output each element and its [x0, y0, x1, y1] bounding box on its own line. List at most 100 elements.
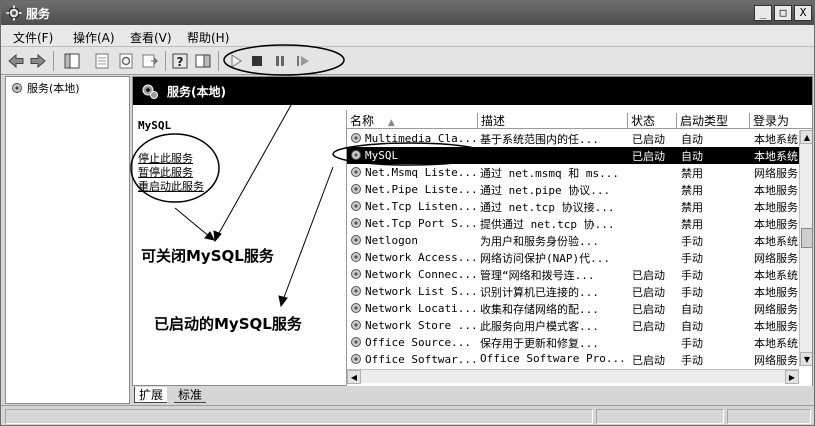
service-name: Network Connec...	[365, 267, 475, 281]
service-logon-as: 本地系统	[754, 235, 798, 248]
service-name: MySQL	[365, 148, 399, 162]
gear-icon	[351, 133, 361, 143]
restart-icon[interactable]	[294, 52, 312, 70]
service-name-cell: Network Access...	[349, 250, 475, 264]
horizontal-scrollbar[interactable]: ◀ ▶	[347, 369, 799, 384]
scroll-thumb[interactable]	[801, 228, 812, 248]
pause-icon[interactable]	[271, 52, 289, 70]
table-row[interactable]: Network List S... 识别计算机已连接的... 已启动 手动 本地服务	[347, 283, 799, 300]
minimize-button[interactable]: _	[754, 5, 772, 21]
service-description: 收集和存储网络的配...	[480, 303, 599, 316]
service-status: 已启动	[632, 303, 665, 316]
menu-file[interactable]: 文件(F)	[13, 29, 53, 46]
table-row[interactable]: Net.Pipe Liste... 通过 net.pipe 协议... 禁用 本地服务	[347, 181, 799, 198]
service-name-cell: Netlogon	[349, 233, 475, 247]
status-panel	[5, 409, 593, 424]
service-logon-as: 网络服务	[754, 354, 798, 367]
gear-icon	[351, 201, 361, 211]
refresh-icon[interactable]	[117, 52, 135, 70]
help-icon[interactable]: ?	[171, 52, 189, 70]
column-header-label: 描述	[481, 114, 506, 128]
column-header-logon-as[interactable]: 登录为	[750, 113, 812, 129]
restart-service-link[interactable]: 重启动此服务	[138, 178, 204, 194]
service-status: 已启动	[632, 269, 665, 282]
service-description: 通过 net.msmq 和 ms...	[480, 167, 619, 180]
properties-icon[interactable]	[93, 52, 111, 70]
service-name: Network Access...	[365, 250, 475, 264]
service-description: 提供通过 net.tcp 协...	[480, 218, 615, 231]
gear-icon	[142, 84, 158, 99]
play-icon[interactable]	[227, 52, 245, 70]
service-startup-type: 手动	[681, 354, 703, 367]
menu-action[interactable]: 操作(A)	[73, 29, 115, 46]
service-startup-type: 手动	[681, 269, 703, 282]
table-row[interactable]: Net.Msmq Liste... 通过 net.msmq 和 ms... 禁用 网络…	[347, 164, 799, 181]
gear-icon	[351, 167, 361, 177]
service-startup-type: 禁用	[681, 167, 703, 180]
scroll-right-icon[interactable]: ▶	[785, 370, 799, 384]
table-row[interactable]: Netlogon 为用户和服务身份验... 手动 本地系统	[347, 232, 799, 249]
table-row[interactable]: Net.Tcp Listen... 通过 net.tcp 协议接... 禁用 本地服务	[347, 198, 799, 215]
service-startup-type: 自动	[681, 303, 703, 316]
scroll-left-icon[interactable]: ◀	[347, 370, 361, 384]
service-description: 通过 net.pipe 协议...	[480, 184, 611, 197]
toolbar-separator	[165, 51, 166, 71]
column-header-label: 启动类型	[680, 114, 729, 128]
scroll-up-icon[interactable]: ▲	[800, 130, 812, 144]
tab-extended[interactable]: 扩展	[134, 387, 168, 403]
service-name-cell: MySQL	[349, 148, 475, 162]
service-name-cell: Network Store ...	[349, 318, 475, 332]
forward-arrow-icon[interactable]	[29, 52, 47, 70]
list-header: 名称 ▲ 描述 状态 启动类型 登录为	[347, 113, 812, 129]
service-name-cell: Net.Msmq Liste...	[349, 165, 475, 179]
service-logon-as: 本地系统	[754, 269, 798, 282]
status-panel	[727, 409, 811, 424]
services-pane: 服务(本地) MySQL 停止此服务 暂停此服务 重启动此服务 可关闭MySQL…	[132, 76, 813, 386]
gear-icon	[351, 150, 361, 160]
service-logon-as: 本地系统	[754, 150, 798, 163]
stop-icon[interactable]	[248, 52, 266, 70]
column-header-description[interactable]: 描述	[478, 113, 628, 129]
service-description: 保存用于更新和修复...	[480, 337, 599, 350]
menu-view[interactable]: 查看(V)	[130, 29, 172, 46]
table-row[interactable]: Network Locati... 收集和存储网络的配... 已启动 自动 网络服务	[347, 300, 799, 317]
close-button[interactable]: X	[794, 5, 812, 21]
service-startup-type: 自动	[681, 150, 703, 163]
service-name: Multimedia Cla...	[365, 131, 475, 145]
maximize-button[interactable]: □	[774, 5, 792, 21]
tab-label: 扩展	[139, 388, 164, 402]
show-hide-action-pane-icon[interactable]	[194, 52, 212, 70]
console-tree-icon[interactable]	[63, 52, 81, 70]
table-row[interactable]: Network Store ... 此服务向用户模式客... 已启动 自动 本地服务	[347, 317, 799, 334]
service-status: 已启动	[632, 320, 665, 333]
console-tree: 服务(本地)	[5, 76, 130, 404]
table-row[interactable]: Office Source... 保存用于更新和修复... 手动 本地系统	[347, 334, 799, 351]
table-row[interactable]: MySQL 已启动 自动 本地系统	[347, 147, 799, 164]
table-row[interactable]: Multimedia Cla... 基于系统范围内的任... 已启动 自动 本地系统	[347, 130, 799, 147]
menu-help[interactable]: 帮助(H)	[187, 29, 229, 46]
column-header-status[interactable]: 状态	[628, 113, 677, 129]
services-window: 服务 _ □ X 文件(F) 操作(A) 查看(V) 帮助(H) ? 服务(本地…	[0, 0, 815, 426]
tab-standard[interactable]: 标准	[174, 387, 207, 403]
table-row[interactable]: Net.Tcp Port S... 提供通过 net.tcp 协... 禁用 本地服务	[347, 215, 799, 232]
table-row[interactable]: Network Access... 网络访问保护(NAP)代... 手动 网络服务	[347, 249, 799, 266]
export-list-icon[interactable]	[141, 52, 159, 70]
menu-bar: 文件(F) 操作(A) 查看(V) 帮助(H)	[1, 25, 814, 47]
service-name: Network List S...	[365, 284, 475, 298]
gear-icon	[351, 235, 361, 245]
service-name-cell: Multimedia Cla...	[349, 131, 475, 145]
service-logon-as: 本地系统	[754, 133, 798, 146]
table-row[interactable]: Network Connec... 管理“网络和拨号连... 已启动 手动 本地系统	[347, 266, 799, 283]
back-arrow-icon[interactable]	[7, 52, 25, 70]
tree-item-services-local[interactable]: 服务(本地)	[10, 80, 80, 96]
svg-text:?: ?	[177, 55, 184, 69]
vertical-scrollbar[interactable]: ▲ ▼	[799, 130, 812, 366]
table-row[interactable]: Office Softwar... Office Software Pro... 已…	[347, 351, 799, 368]
gear-icon	[12, 83, 22, 93]
service-name: Net.Pipe Liste...	[365, 182, 475, 196]
column-header-startup-type[interactable]: 启动类型	[677, 113, 750, 129]
service-status: 已启动	[632, 354, 665, 367]
column-header-name[interactable]: 名称 ▲	[347, 113, 478, 129]
scroll-down-icon[interactable]: ▼	[800, 352, 812, 366]
service-startup-type: 禁用	[681, 184, 703, 197]
